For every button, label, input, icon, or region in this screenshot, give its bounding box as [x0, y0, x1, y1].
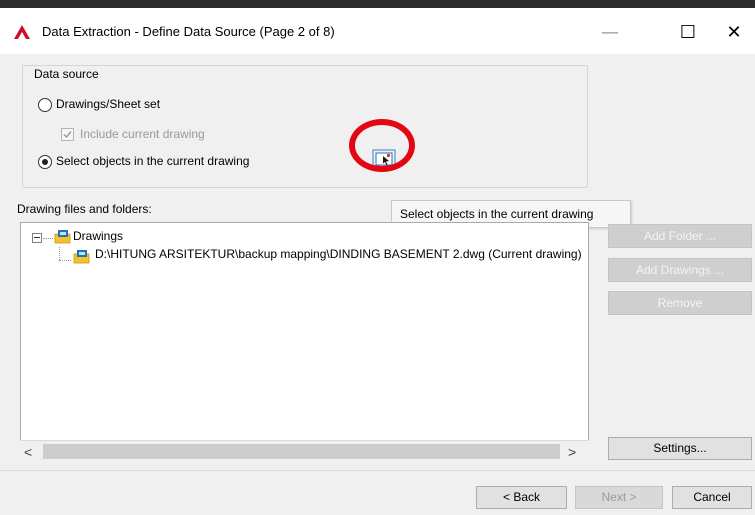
close-button[interactable]: ✕: [712, 16, 755, 48]
select-objects-radio[interactable]: [38, 155, 52, 169]
horizontal-scrollbar[interactable]: < >: [20, 440, 589, 462]
scroll-thumb[interactable]: [43, 444, 560, 459]
drawing-file-icon: [73, 250, 90, 264]
settings-button[interactable]: Settings...: [608, 437, 752, 460]
back-button[interactable]: < Back: [476, 486, 567, 509]
add-folder-button[interactable]: Add Folder ...: [608, 224, 752, 248]
select-objects-label[interactable]: Select objects in the current drawing: [56, 154, 249, 168]
drawing-files-label: Drawing files and folders:: [17, 202, 152, 216]
title-bar: Data Extraction - Define Data Source (Pa…: [0, 8, 755, 54]
scroll-left-arrow[interactable]: <: [24, 444, 38, 460]
tree-connector: [43, 238, 53, 239]
autocad-app-icon: [14, 25, 30, 39]
include-current-drawing-label: Include current drawing: [80, 127, 205, 141]
drawings-folder-icon: [54, 230, 71, 244]
cancel-button[interactable]: Cancel: [672, 486, 752, 509]
drawing-files-tree[interactable]: Drawings D:\HITUNG ARSITEKTUR\backup map…: [20, 222, 589, 462]
footer-divider: [0, 470, 755, 471]
checkmark-icon: [63, 131, 72, 139]
tree-item-drawings[interactable]: Drawings: [73, 229, 123, 243]
remove-button[interactable]: Remove: [608, 291, 752, 315]
tree-item-current-drawing[interactable]: D:\HITUNG ARSITEKTUR\backup mapping\DIND…: [95, 247, 582, 261]
collapse-toggle[interactable]: [32, 233, 42, 243]
scroll-right-arrow[interactable]: >: [568, 444, 582, 460]
next-button[interactable]: Next >: [575, 486, 663, 509]
drawings-sheet-set-label[interactable]: Drawings/Sheet set: [56, 97, 160, 111]
data-source-group-label: Data source: [32, 67, 101, 81]
tree-connector: [59, 260, 71, 261]
top-edge-band: [0, 0, 755, 8]
drawings-sheet-set-radio[interactable]: [38, 98, 52, 112]
tree-connector: [59, 247, 60, 260]
include-current-drawing-checkbox[interactable]: [61, 128, 74, 141]
minimize-button[interactable]: —: [588, 16, 632, 48]
maximize-button[interactable]: ☐: [666, 16, 710, 48]
window-title: Data Extraction - Define Data Source (Pa…: [42, 24, 335, 39]
add-drawings-button[interactable]: Add Drawings ...: [608, 258, 752, 282]
red-highlight-circle: [349, 119, 415, 172]
